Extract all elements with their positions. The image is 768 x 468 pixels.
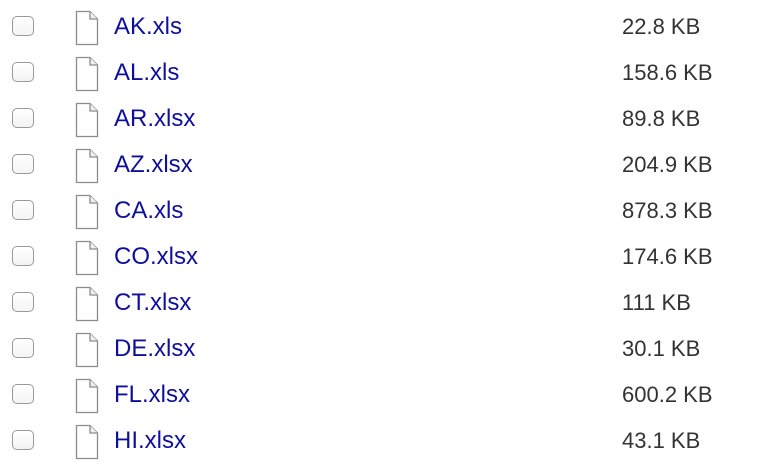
file-checkbox[interactable] [12,292,34,312]
file-name-link[interactable]: CT.xlsx [114,289,191,317]
file-row: AZ.xlsx 204.9 KB [0,142,768,188]
file-checkbox[interactable] [12,200,34,220]
file-icon [75,286,99,322]
file-checkbox[interactable] [12,16,34,36]
file-checkbox[interactable] [12,154,34,174]
file-size: 204.9 KB [622,152,713,177]
file-name-link[interactable]: FL.xlsx [114,381,190,409]
file-icon [75,194,99,230]
file-row: CA.xls 878.3 KB [0,188,768,234]
file-name-link[interactable]: CA.xls [114,197,183,225]
file-checkbox[interactable] [12,246,34,266]
file-checkbox[interactable] [12,338,34,358]
file-icon [75,102,99,138]
file-size: 89.8 KB [622,106,701,131]
file-list: AK.xls 22.8 KB AL.xls 158.6 KB AR.xlsx 8… [0,0,768,468]
file-name-link[interactable]: AZ.xlsx [114,151,193,179]
file-name-link[interactable]: CO.xlsx [114,243,198,271]
file-size: 43.1 KB [622,428,701,453]
file-row: DE.xlsx 30.1 KB [0,326,768,372]
file-name-link[interactable]: AK.xls [114,13,182,41]
file-icon [75,378,99,414]
file-name-link[interactable]: HI.xlsx [114,427,186,455]
file-row: AK.xls 22.8 KB [0,4,768,50]
file-name-link[interactable]: DE.xlsx [114,335,195,363]
file-name-link[interactable]: AR.xlsx [114,105,195,133]
file-row: AR.xlsx 89.8 KB [0,96,768,142]
file-row: CO.xlsx 174.6 KB [0,234,768,280]
file-name-link[interactable]: AL.xls [114,59,179,87]
file-icon [75,56,99,92]
file-size: 30.1 KB [622,336,701,361]
file-checkbox[interactable] [12,384,34,404]
file-icon [75,10,99,46]
file-row: CT.xlsx 111 KB [0,280,768,326]
file-icon [75,148,99,184]
file-checkbox[interactable] [12,108,34,128]
file-size: 600.2 KB [622,382,713,407]
file-icon [75,240,99,276]
file-size: 22.8 KB [622,14,701,39]
file-checkbox[interactable] [12,62,34,82]
file-icon [75,424,99,460]
file-row: AL.xls 158.6 KB [0,50,768,96]
file-size: 174.6 KB [622,244,713,269]
file-size: 878.3 KB [622,198,713,223]
file-size: 158.6 KB [622,60,713,85]
file-size: 111 KB [622,290,691,315]
file-row: HI.xlsx 43.1 KB [0,418,768,464]
file-row: FL.xlsx 600.2 KB [0,372,768,418]
file-checkbox[interactable] [12,430,34,450]
file-icon [75,332,99,368]
